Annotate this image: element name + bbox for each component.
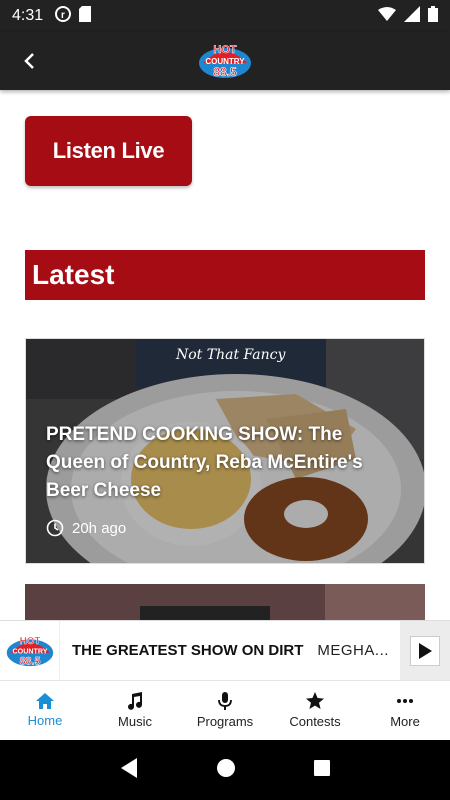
nav-recents-button[interactable] [313,759,331,782]
section-header: Latest [25,250,425,300]
player-artist: MEGHA... [317,642,389,659]
svg-text:r: r [61,10,65,21]
tab-programs[interactable]: Programs [180,681,270,740]
article-time-text: 20h ago [72,519,127,537]
wifi-icon [378,6,396,26]
music-note-icon [128,692,142,710]
article-card-2[interactable] [25,584,425,620]
home-circle-icon [216,758,235,777]
nav-home-button[interactable] [216,758,236,783]
signal-icon [404,5,420,27]
app-bar: HOT COUNTRY 88.5 [0,32,450,90]
tab-more[interactable]: More [360,681,450,740]
home-icon [36,693,54,709]
player-logo-freq-text: 88.5 [19,655,40,667]
star-icon [306,692,324,709]
player-song-title: THE GREATEST SHOW ON DIRT [72,642,304,659]
more-dots-icon [397,699,413,703]
article-title: PRETEND COOKING SHOW: The Queen of Count… [46,424,363,501]
tab-contests[interactable]: Contests [270,681,360,740]
sd-card-icon [79,5,92,27]
listen-live-button[interactable]: Listen Live [25,116,192,186]
station-logo: HOT COUNTRY 88.5 [197,41,253,81]
player-logo-country-text: COUNTRY [12,647,47,655]
tab-contests-label: Contests [289,714,341,729]
tab-home-label: Home [27,713,63,728]
back-button[interactable] [14,46,44,76]
battery-icon [428,5,438,27]
app-notification-icon: r [55,5,72,27]
mini-player[interactable]: HOT COUNTRY 88.5 THE GREATEST SHOW ON DI… [0,620,450,681]
article-image-2 [25,584,425,620]
system-nav-bar [0,740,450,800]
tab-home[interactable]: Home [0,681,90,740]
chevron-left-icon [24,53,34,69]
section-title: Latest [32,259,115,290]
back-triangle-icon [120,757,137,778]
nav-back-button[interactable] [119,757,139,784]
tab-music[interactable]: Music [90,681,180,740]
status-bar: 4:31 r [0,0,450,32]
play-area [400,621,450,681]
microphone-icon [218,692,232,710]
article-card[interactable]: Not That Fancy PRETEND COOKING SHOW: The… [25,338,425,564]
status-time: 4:31 [12,7,44,24]
player-station-logo: HOT COUNTRY 88.5 [0,620,60,681]
tab-programs-label: Programs [196,714,254,729]
main-content: Listen Live Latest Not That Fancy PRETEN… [0,90,450,620]
play-icon [419,643,432,659]
article-timestamp: 20h ago [46,519,126,537]
logo-hot-text: HOT [213,44,237,56]
play-button[interactable] [410,636,440,666]
tab-music-label: Music [118,714,152,729]
tab-more-label: More [390,714,420,729]
player-logo-hot-text: HOT [19,635,40,646]
clock-icon [46,519,64,537]
recents-square-icon [314,759,331,776]
image-caption-text: Not That Fancy [175,347,287,363]
logo-freq-text: 88.5 [213,65,237,79]
bottom-tab-bar: Home Music Programs Contests More [0,680,450,740]
